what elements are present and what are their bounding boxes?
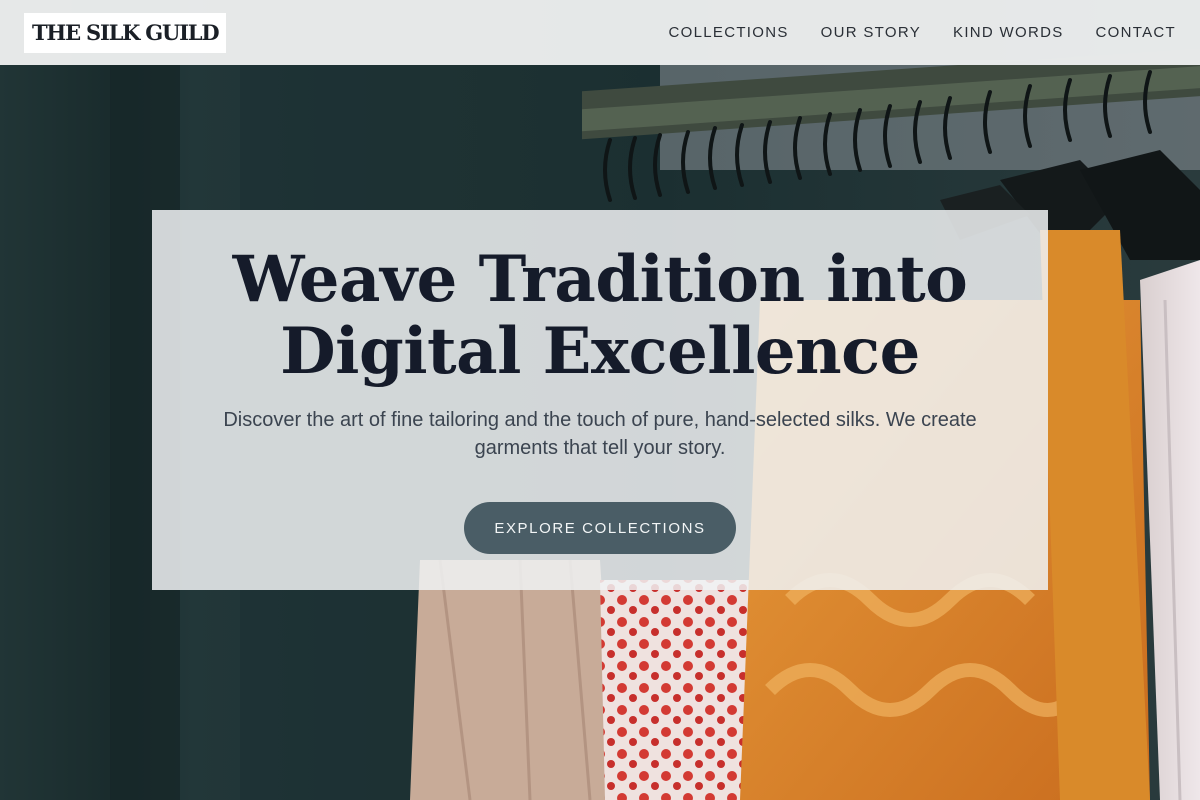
hero-section: THE SILK GUILD COLLECTIONS OUR STORY KIN… xyxy=(0,0,1200,800)
site-logo[interactable]: THE SILK GUILD xyxy=(24,12,227,53)
hero-title: Weave Tradition into Digital Excellence xyxy=(152,210,1048,388)
nav-link-kind-words[interactable]: KIND WORDS xyxy=(953,24,1064,41)
hero-card: Weave Tradition into Digital Excellence … xyxy=(152,210,1048,590)
hero-title-line-2: Digital Excellence xyxy=(280,314,920,389)
hero-subtitle: Discover the art of fine tailoring and t… xyxy=(223,409,977,459)
hero-title-line-1: Weave Tradition into xyxy=(232,242,968,317)
nav-link-collections[interactable]: COLLECTIONS xyxy=(669,24,789,41)
nav-link-our-story[interactable]: OUR STORY xyxy=(821,24,921,41)
main-nav: COLLECTIONS OUR STORY KIND WORDS CONTACT xyxy=(669,24,1177,41)
explore-collections-button[interactable]: EXPLORE COLLECTIONS xyxy=(464,502,736,554)
nav-link-contact[interactable]: CONTACT xyxy=(1096,24,1176,41)
site-header: THE SILK GUILD COLLECTIONS OUR STORY KIN… xyxy=(0,0,1200,65)
